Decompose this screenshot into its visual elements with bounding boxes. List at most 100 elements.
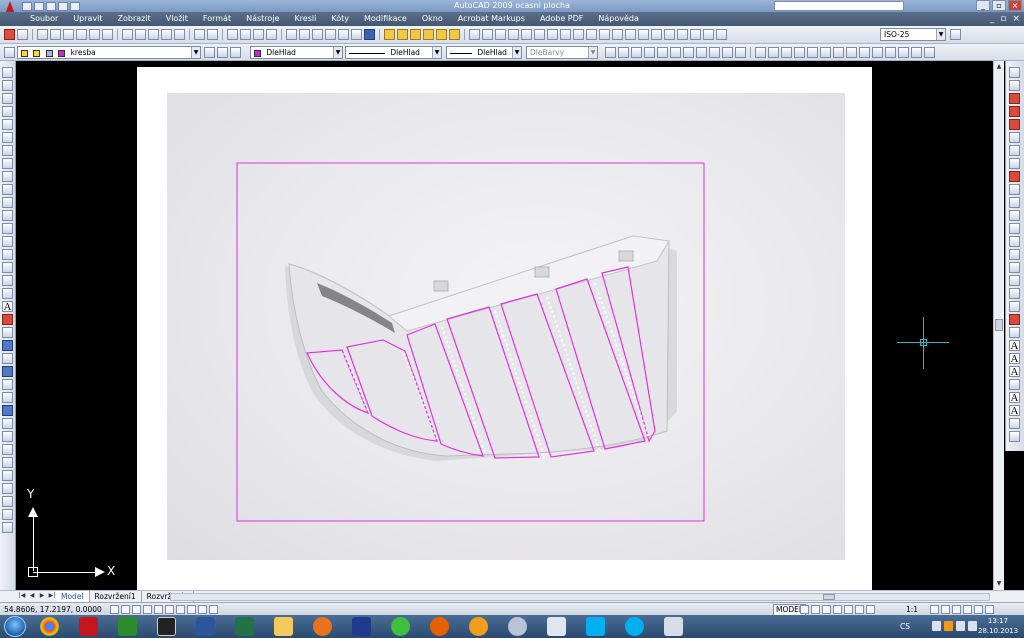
quickcalc-icon[interactable] (351, 29, 362, 40)
layer-manager-icon[interactable] (4, 47, 15, 58)
move-icon[interactable] (2, 379, 13, 390)
make-current-layer-icon[interactable] (204, 47, 215, 58)
break-at-point-icon[interactable] (2, 457, 13, 468)
menu-acrobat-markups[interactable]: Acrobat Markups (458, 12, 525, 26)
fillet-icon[interactable] (2, 509, 13, 520)
autocad-icon[interactable] (79, 617, 98, 636)
show-hidden-icons-icon[interactable] (932, 621, 941, 631)
layer-previous-icon[interactable] (397, 29, 408, 40)
jogged-dimension-icon[interactable] (534, 29, 545, 40)
quick-view-layouts-icon[interactable] (800, 605, 809, 614)
doc-close-button[interactable]: × (1012, 13, 1020, 25)
zoom-window-icon[interactable] (631, 47, 642, 58)
match-properties-icon[interactable] (161, 29, 172, 40)
quadrant-snap-icon[interactable] (1009, 236, 1020, 247)
zoom-realtime-icon[interactable] (618, 47, 629, 58)
ortho-mode-icon[interactable] (132, 605, 141, 614)
calculator-icon[interactable] (547, 617, 566, 636)
language-indicator[interactable]: CS (900, 615, 910, 638)
print-icon[interactable] (58, 1, 68, 11)
chrome-icon[interactable] (40, 617, 59, 636)
zoom-realtime-icon[interactable] (240, 29, 251, 40)
spell-check-icon[interactable] (1009, 431, 1020, 442)
radius-dimension-icon[interactable] (521, 29, 532, 40)
ucs-object-icon[interactable] (807, 47, 818, 58)
horizontal-scrollbar[interactable] (170, 593, 990, 601)
text-style-icon[interactable]: A (1009, 392, 1020, 404)
plotstyle-select[interactable]: DleBarvy ▼ (526, 46, 598, 59)
ordinate-dimension-icon[interactable] (508, 29, 519, 40)
firefox-icon[interactable] (430, 617, 449, 636)
undo-icon[interactable] (194, 29, 205, 40)
array-icon[interactable] (2, 366, 13, 377)
zoom-extents-icon[interactable] (735, 47, 746, 58)
mirror-icon[interactable] (2, 340, 13, 351)
ellipse-icon[interactable] (2, 184, 13, 195)
inspection-icon[interactable] (664, 29, 675, 40)
search-input[interactable] (774, 1, 904, 11)
revision-cloud-icon[interactable] (2, 158, 13, 169)
erase-icon[interactable] (2, 314, 13, 325)
arc-icon[interactable] (2, 132, 13, 143)
workspace-switching-icon[interactable] (952, 605, 961, 614)
trim-icon[interactable] (1009, 93, 1020, 104)
redo-icon[interactable] (207, 29, 218, 40)
intersection-snap-icon[interactable] (1009, 210, 1020, 221)
ucs-icon[interactable] (755, 47, 766, 58)
maximize-window-button[interactable]: ▫ (992, 0, 1006, 11)
ucs-previous-icon[interactable] (781, 47, 792, 58)
edit-text-icon[interactable]: A (1009, 366, 1020, 378)
justify-text-icon[interactable] (1009, 418, 1020, 429)
midpoint-snap-icon[interactable] (1009, 197, 1020, 208)
menu-adobe-pdf[interactable]: Adobe PDF (540, 12, 583, 26)
fillet-icon[interactable] (1009, 145, 1020, 156)
copy-object-icon[interactable] (2, 327, 13, 338)
find-replace-icon[interactable] (1009, 379, 1020, 390)
explode-icon[interactable] (2, 522, 13, 533)
tangent-snap-icon[interactable] (1009, 249, 1020, 260)
lineweight-select[interactable]: DleHlad ▼ (446, 46, 522, 59)
polar-tracking-icon[interactable] (143, 605, 152, 614)
parallel-snap-icon[interactable] (1009, 275, 1020, 286)
dimension-break-icon[interactable] (625, 29, 636, 40)
menu-zobrazit[interactable]: Zobrazit (118, 12, 151, 26)
zoom-center-icon[interactable] (670, 47, 681, 58)
ucs-y-icon[interactable] (885, 47, 896, 58)
model-space-viewport[interactable]: Y X (17, 61, 993, 590)
last-tab-icon[interactable]: ▶| (48, 592, 56, 600)
close-window-button[interactable]: × (1008, 0, 1022, 11)
menu-vlozit[interactable]: Vložit (166, 12, 188, 26)
status-menu-icon[interactable] (974, 605, 983, 614)
layer-state-manager-icon[interactable] (230, 47, 241, 58)
dimension-style-icon[interactable] (950, 29, 961, 40)
scale-icon[interactable] (2, 405, 13, 416)
menu-koty[interactable]: Kóty (331, 12, 349, 26)
nearest-snap-icon[interactable] (1009, 301, 1020, 312)
baseline-dimension-icon[interactable] (586, 29, 597, 40)
gradient-icon[interactable] (2, 262, 13, 273)
menu-upravit[interactable]: Upravit (73, 12, 102, 26)
network-status-icon[interactable] (956, 621, 965, 631)
offset-icon[interactable] (2, 353, 13, 364)
previous-tab-icon[interactable]: ◀ (28, 592, 36, 600)
chamfer-icon[interactable] (2, 496, 13, 507)
multiline-text-icon[interactable]: A (2, 301, 13, 313)
block-editor-icon[interactable] (174, 29, 185, 40)
grid-display-icon[interactable] (121, 605, 130, 614)
properties-icon[interactable] (286, 29, 297, 40)
zoom-object-icon[interactable] (683, 47, 694, 58)
tolerance-icon[interactable] (638, 29, 649, 40)
game-icon[interactable] (391, 617, 410, 636)
dimension-edit-icon[interactable] (690, 29, 701, 40)
minimize-window-button[interactable]: _ (976, 0, 990, 11)
spline-icon[interactable] (2, 171, 13, 182)
open-drawing-icon[interactable] (50, 29, 61, 40)
apply-ucs-icon[interactable] (911, 47, 922, 58)
lock-ui-icon[interactable] (963, 605, 972, 614)
cut-icon[interactable] (122, 29, 133, 40)
scroll-up-icon[interactable]: ▲ (995, 63, 1003, 71)
spss-icon[interactable] (118, 617, 137, 636)
layer-freeze-icon[interactable] (436, 29, 447, 40)
stretch-icon[interactable] (2, 418, 13, 429)
paste-icon[interactable] (148, 29, 159, 40)
